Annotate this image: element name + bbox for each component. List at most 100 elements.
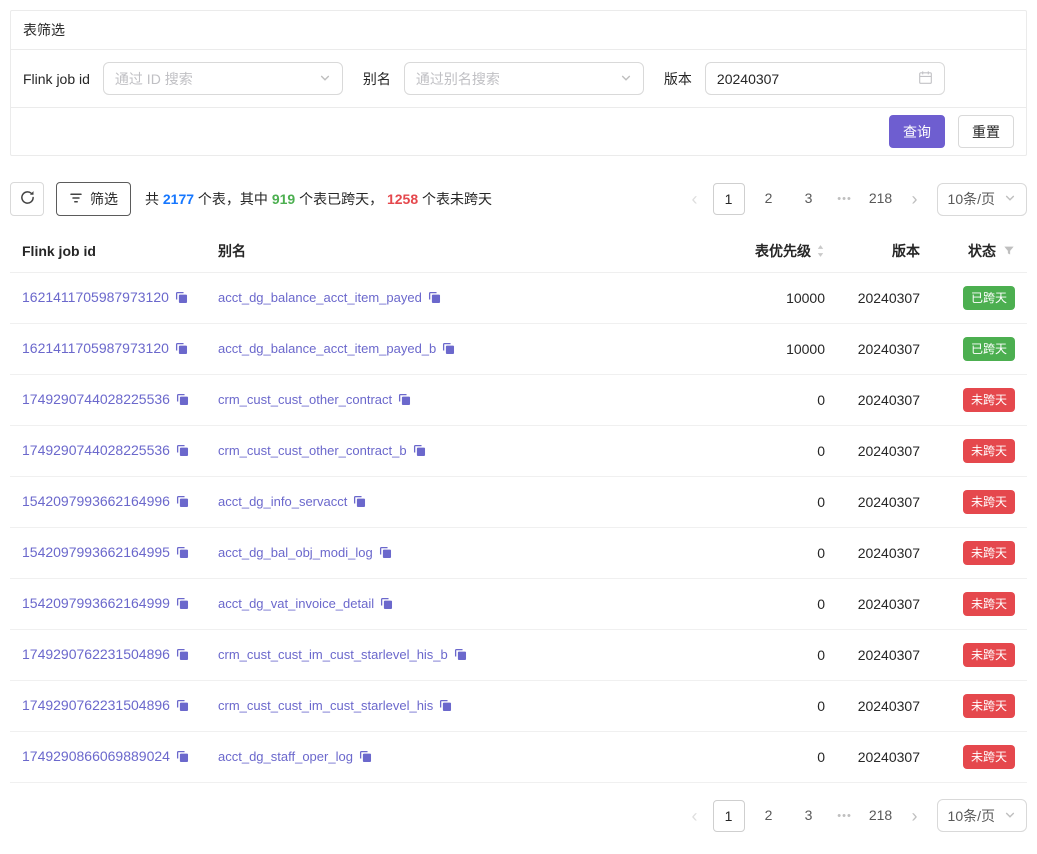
status-badge: 未跨天 <box>963 439 1015 463</box>
filter-lines-icon <box>69 191 83 208</box>
column-header-priority[interactable]: 表优先级 <box>727 230 837 273</box>
reset-button[interactable]: 重置 <box>958 115 1014 148</box>
flink-job-id-field: Flink job id 通过 ID 搜索 <box>23 62 343 95</box>
copy-icon[interactable] <box>428 291 441 307</box>
table-row: 1749290762231504896 crm_cust_cust_im_cus… <box>10 681 1027 732</box>
column-header-status[interactable]: 状态 <box>932 230 1027 273</box>
copy-icon[interactable] <box>176 444 189 460</box>
page-size-select[interactable]: 10条/页 <box>937 183 1027 216</box>
flink-job-id-link[interactable]: 1542097993662164999 <box>22 595 170 611</box>
total-count: 2177 <box>163 191 194 207</box>
alias-link[interactable]: crm_cust_cust_im_cust_starlevel_his <box>218 698 433 713</box>
table-row: 1542097993662164996 acct_dg_info_servacc… <box>10 477 1027 528</box>
table-row: 1621411705987973120 acct_dg_balance_acct… <box>10 324 1027 375</box>
priority-cell: 10000 <box>727 324 837 375</box>
page-button-1[interactable]: 1 <box>713 800 745 832</box>
alias-link[interactable]: acct_dg_staff_oper_log <box>218 749 353 764</box>
copy-icon[interactable] <box>439 699 452 715</box>
flink-job-id-link[interactable]: 1749290762231504896 <box>22 646 170 662</box>
flink-job-id-select[interactable]: 通过 ID 搜索 <box>103 62 343 95</box>
copy-icon[interactable] <box>176 495 189 511</box>
copy-icon[interactable] <box>175 291 188 307</box>
copy-icon[interactable] <box>413 444 426 460</box>
prev-page-button[interactable]: ‹ <box>685 183 705 215</box>
flink-job-id-link[interactable]: 1749290762231504896 <box>22 697 170 713</box>
query-button[interactable]: 查询 <box>889 115 945 148</box>
copy-icon[interactable] <box>176 648 189 664</box>
filter-fields-row: Flink job id 通过 ID 搜索 别名 通过别名搜索 <box>11 50 1026 108</box>
version-label: 版本 <box>664 69 692 89</box>
next-page-button[interactable]: › <box>905 183 925 215</box>
status-badge: 未跨天 <box>963 745 1015 769</box>
summary-mid1: 个表，其中 <box>194 191 272 207</box>
page-button-2[interactable]: 2 <box>753 183 785 215</box>
crossed-count: 919 <box>272 191 295 207</box>
refresh-button[interactable] <box>10 182 44 216</box>
copy-icon[interactable] <box>176 750 189 766</box>
status-badge: 已跨天 <box>963 337 1015 361</box>
copy-icon[interactable] <box>353 495 366 511</box>
column-header-status-label: 状态 <box>968 243 996 259</box>
copy-icon[interactable] <box>454 648 467 664</box>
flink-job-id-link[interactable]: 1749290744028225536 <box>22 442 170 458</box>
alias-link[interactable]: acct_dg_balance_acct_item_payed <box>218 290 422 305</box>
prev-page-button[interactable]: ‹ <box>685 800 705 832</box>
flink-job-id-link[interactable]: 1542097993662164996 <box>22 493 170 509</box>
copy-icon[interactable] <box>176 393 189 409</box>
copy-icon[interactable] <box>176 699 189 715</box>
version-cell: 20240307 <box>837 528 932 579</box>
flink-job-id-link[interactable]: 1542097993662164995 <box>22 544 170 560</box>
page-size-select[interactable]: 10条/页 <box>937 799 1027 832</box>
priority-cell: 0 <box>727 579 837 630</box>
alias-select[interactable]: 通过别名搜索 <box>404 62 644 95</box>
alias-link[interactable]: crm_cust_cust_im_cust_starlevel_his_b <box>218 647 448 662</box>
alias-link[interactable]: crm_cust_cust_other_contract_b <box>218 443 407 458</box>
page-ellipsis[interactable]: ••• <box>833 800 857 832</box>
alias-link[interactable]: acct_dg_info_servacct <box>218 494 347 509</box>
version-cell: 20240307 <box>837 630 932 681</box>
status-badge: 未跨天 <box>963 490 1015 514</box>
alias-link[interactable]: acct_dg_vat_invoice_detail <box>218 596 374 611</box>
table-row: 1542097993662164999 acct_dg_vat_invoice_… <box>10 579 1027 630</box>
copy-icon[interactable] <box>176 546 189 562</box>
chevron-down-icon <box>1004 191 1016 207</box>
alias-link[interactable]: acct_dg_bal_obj_modi_log <box>218 545 373 560</box>
filter-panel-title: 表筛选 <box>11 11 1026 50</box>
flink-job-id-link[interactable]: 1749290866069889024 <box>22 748 170 764</box>
version-cell: 20240307 <box>837 273 932 324</box>
page-button-last[interactable]: 218 <box>865 800 897 832</box>
filter-icon[interactable] <box>1003 244 1015 260</box>
alias-link[interactable]: crm_cust_cust_other_contract <box>218 392 392 407</box>
flink-job-id-link[interactable]: 1621411705987973120 <box>22 340 169 356</box>
next-page-button[interactable]: › <box>905 800 925 832</box>
copy-icon[interactable] <box>175 342 188 358</box>
filter-button[interactable]: 筛选 <box>56 182 131 216</box>
page-ellipsis[interactable]: ••• <box>833 183 857 215</box>
copy-icon[interactable] <box>176 597 189 613</box>
page-button-3[interactable]: 3 <box>793 800 825 832</box>
copy-icon[interactable] <box>442 342 455 358</box>
page-button-last[interactable]: 218 <box>865 183 897 215</box>
copy-icon[interactable] <box>359 750 372 766</box>
version-date-input[interactable] <box>705 62 945 95</box>
sort-icon[interactable] <box>816 244 825 261</box>
page-size-value: 10条/页 <box>948 189 995 209</box>
page-button-2[interactable]: 2 <box>753 800 785 832</box>
filter-panel: 表筛选 Flink job id 通过 ID 搜索 别名 通过别名搜索 <box>10 10 1027 156</box>
column-header-version: 版本 <box>837 230 932 273</box>
status-badge: 已跨天 <box>963 286 1015 310</box>
column-header-alias: 别名 <box>206 230 727 273</box>
copy-icon[interactable] <box>380 597 393 613</box>
flink-job-id-link[interactable]: 1749290744028225536 <box>22 391 170 407</box>
pagination-top: ‹ 1 2 3 ••• 218 › 10条/页 <box>685 183 1027 216</box>
refresh-icon <box>20 190 35 208</box>
page-button-1[interactable]: 1 <box>713 183 745 215</box>
page-button-3[interactable]: 3 <box>793 183 825 215</box>
copy-icon[interactable] <box>398 393 411 409</box>
version-input[interactable] <box>717 71 902 87</box>
table-body: 1621411705987973120 acct_dg_balance_acct… <box>10 273 1027 783</box>
flink-job-id-link[interactable]: 1621411705987973120 <box>22 289 169 305</box>
priority-cell: 0 <box>727 630 837 681</box>
alias-link[interactable]: acct_dg_balance_acct_item_payed_b <box>218 341 436 356</box>
copy-icon[interactable] <box>379 546 392 562</box>
